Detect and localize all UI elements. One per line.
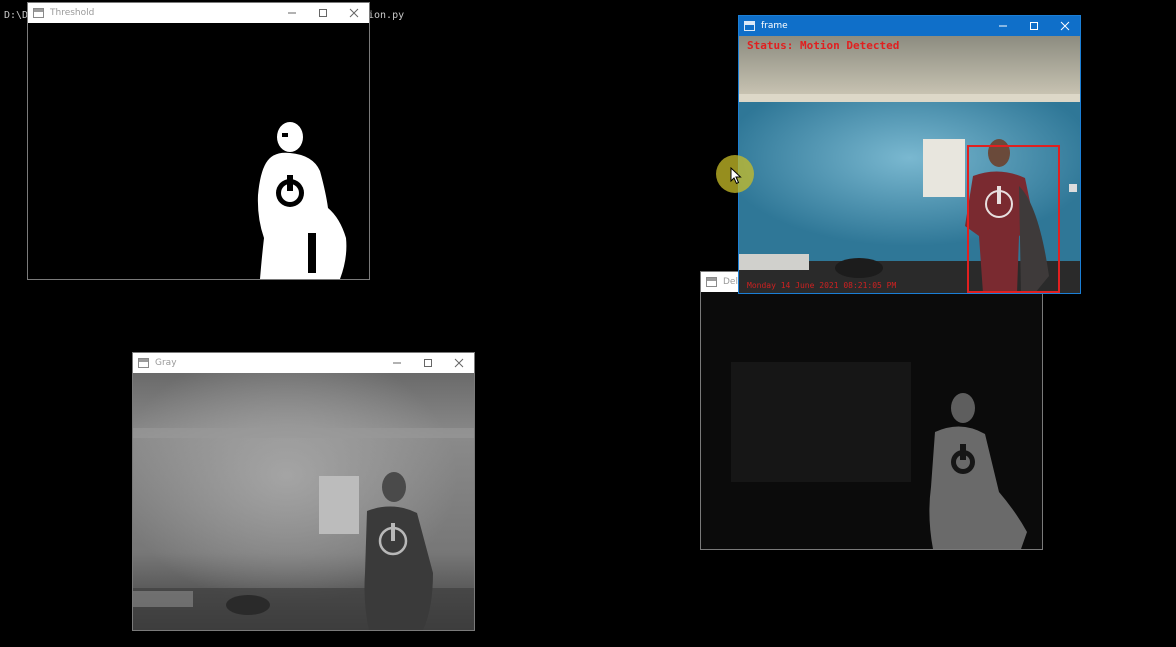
threshold-window[interactable]: Threshold	[27, 2, 370, 280]
maximize-icon[interactable]	[1018, 16, 1049, 36]
frame-image: Status: Motion Detected Monday 14 June 2…	[739, 36, 1080, 293]
mouse-cursor-icon	[730, 167, 742, 185]
close-icon[interactable]	[338, 3, 369, 23]
minimize-icon[interactable]	[987, 16, 1018, 36]
minimize-icon[interactable]	[381, 353, 412, 373]
threshold-image	[28, 23, 369, 279]
frame-window[interactable]: frame Status: Motion Detected Monday 14 …	[738, 15, 1081, 294]
maximize-icon[interactable]	[307, 3, 338, 23]
console-text-left: D:\D	[4, 10, 29, 21]
frame-window-title: frame	[761, 21, 788, 31]
minimize-icon[interactable]	[276, 3, 307, 23]
maximize-icon[interactable]	[412, 353, 443, 373]
status-overlay-text: Status: Motion Detected	[747, 39, 900, 52]
threshold-titlebar[interactable]: Threshold	[28, 3, 369, 23]
close-icon[interactable]	[443, 353, 474, 373]
close-icon[interactable]	[1049, 16, 1080, 36]
console-text-right: ion.py	[368, 10, 405, 21]
delta-image	[701, 292, 1042, 549]
window-app-icon	[706, 277, 717, 287]
frame-titlebar[interactable]: frame	[739, 16, 1080, 36]
threshold-window-title: Threshold	[50, 8, 95, 18]
timestamp-overlay-text: Monday 14 June 2021 08:21:05 PM	[747, 281, 897, 290]
gray-window-title: Gray	[155, 358, 177, 368]
window-app-icon	[33, 8, 44, 18]
gray-image	[133, 373, 474, 630]
window-app-icon	[744, 21, 755, 31]
window-app-icon	[138, 358, 149, 368]
gray-window[interactable]: Gray	[132, 352, 475, 631]
gray-titlebar[interactable]: Gray	[133, 353, 474, 373]
delta-window[interactable]: Delta	[700, 271, 1043, 550]
